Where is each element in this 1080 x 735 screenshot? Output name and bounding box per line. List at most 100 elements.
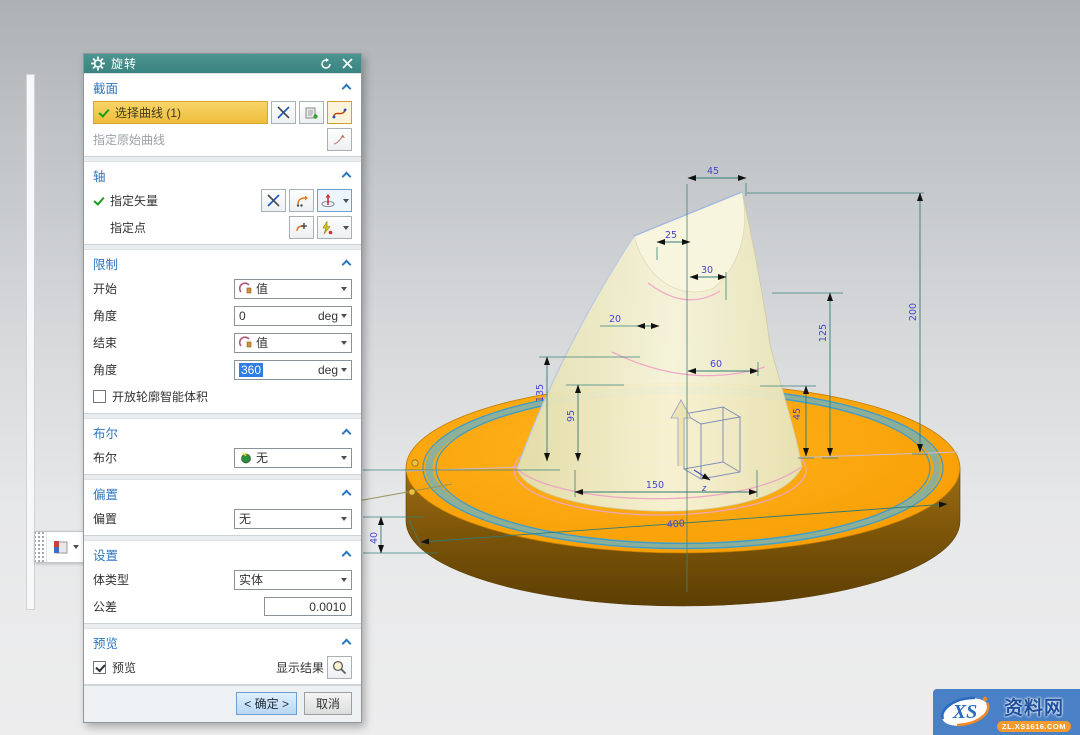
orig-curve-label: 指定原始曲线 — [93, 131, 324, 148]
tolerance-input[interactable]: 0.0010 — [264, 597, 352, 616]
value-icon — [239, 282, 252, 295]
section-header-offset[interactable]: 偏置 — [84, 480, 361, 505]
intersect-icon — [267, 194, 280, 207]
magnifier-icon — [332, 660, 347, 675]
cancel-button[interactable]: 取消 — [304, 692, 352, 715]
intersect-icon — [277, 106, 290, 119]
dialog-titlebar[interactable]: 旋转 — [84, 54, 361, 73]
green-check-icon — [98, 107, 110, 119]
section-group: 截面 选择曲线 (1) — [84, 73, 361, 157]
limits-group: 限制 开始 值 角度 0 deg 结束 — [84, 249, 361, 414]
inferred-vector-icon — [295, 194, 309, 207]
toolbar-grip[interactable] — [35, 532, 47, 562]
start-angle-label: 角度 — [93, 307, 234, 324]
dim-150: 150 — [646, 480, 664, 491]
handle-point[interactable] — [412, 460, 418, 466]
green-check-icon — [93, 195, 105, 207]
sketch-section-button[interactable] — [327, 101, 352, 124]
settings-group: 设置 体类型 实体 公差 0.0010 — [84, 540, 361, 624]
collapse-chevron-icon[interactable] — [342, 172, 352, 179]
mini-toolbar-button[interactable] — [47, 532, 85, 562]
specify-vector-label: 指定矢量 — [110, 192, 258, 209]
end-angle-input[interactable]: 360 deg — [234, 360, 352, 380]
dropdown-arrow-icon — [341, 517, 347, 521]
dim-30: 30 — [701, 265, 713, 276]
dropdown-arrow-icon — [341, 287, 347, 291]
axis-vector-icon — [320, 193, 336, 208]
boolean-none-icon — [239, 451, 252, 464]
boolean-dropdown[interactable]: 无 — [234, 448, 352, 468]
section-header-axis[interactable]: 轴 — [84, 162, 361, 187]
snap-point-icon — [320, 221, 333, 235]
collapse-chevron-icon[interactable] — [342, 551, 352, 558]
end-type-dropdown[interactable]: 值 — [234, 333, 352, 353]
collapse-chevron-icon[interactable] — [342, 84, 352, 91]
start-type-dropdown[interactable]: 值 — [234, 279, 352, 299]
section-header-limits[interactable]: 限制 — [84, 250, 361, 275]
watermark: XS 资料网 ZL.XS1616.COM — [933, 689, 1080, 735]
open-profile-label: 开放轮廓智能体积 — [112, 388, 352, 405]
preview-checkbox[interactable] — [93, 661, 106, 674]
show-result-button[interactable] — [327, 656, 352, 679]
dropdown-arrow-icon — [341, 368, 347, 372]
open-profile-checkbox[interactable] — [93, 390, 106, 403]
close-icon[interactable] — [339, 56, 355, 71]
inferred-vector-button[interactable] — [289, 189, 314, 212]
mru-command-icon — [53, 540, 69, 555]
cone-preview — [517, 192, 802, 511]
dialog-title: 旋转 — [111, 55, 313, 72]
section-header-section[interactable]: 截面 — [84, 74, 361, 99]
vector-dialog-button[interactable] — [317, 189, 352, 212]
deselect-button[interactable] — [271, 101, 296, 124]
watermark-name: 资料网 — [1004, 693, 1064, 720]
start-angle-input[interactable]: 0 deg — [234, 306, 352, 326]
axis-z-label: z — [701, 483, 707, 493]
boolean-label: 布尔 — [93, 449, 234, 466]
section-header-boolean[interactable]: 布尔 — [84, 419, 361, 444]
section-header-settings[interactable]: 设置 — [84, 541, 361, 566]
dialog-footer: < 确定 > 取消 — [84, 685, 361, 722]
xs-logo-text: XS — [952, 701, 977, 723]
floating-mini-toolbar[interactable] — [34, 531, 86, 563]
preview-label: 预览 — [112, 659, 276, 676]
select-curve-field[interactable]: 选择曲线 (1) — [93, 101, 268, 124]
dropdown-arrow-icon — [341, 341, 347, 345]
dim-40: 40 — [369, 532, 380, 544]
orig-curve-button[interactable] — [327, 128, 352, 151]
point-constructor-button[interactable] — [289, 216, 314, 239]
collapse-chevron-icon[interactable] — [342, 260, 352, 267]
revolve-dialog: 旋转 截面 选择曲线 (1) — [83, 53, 362, 723]
offset-label: 偏置 — [93, 510, 234, 527]
dropdown-arrow-icon — [343, 226, 349, 230]
collapse-chevron-icon[interactable] — [342, 490, 352, 497]
dim-125: 125 — [818, 324, 829, 342]
dim-200: 200 — [908, 303, 919, 321]
ok-button[interactable]: < 确定 > — [236, 692, 297, 715]
dropdown-arrow-icon — [341, 314, 347, 318]
point-dialog-button[interactable] — [317, 216, 352, 239]
dim-45-right: 45 — [792, 408, 803, 420]
end-angle-label: 角度 — [93, 361, 234, 378]
section-header-preview[interactable]: 预览 — [84, 629, 361, 654]
axis-group: 轴 指定矢量 — [84, 161, 361, 245]
selected-text: 360 — [239, 363, 263, 377]
reset-icon[interactable] — [318, 56, 334, 71]
body-type-label: 体类型 — [93, 571, 234, 588]
value-icon — [239, 336, 252, 349]
dropdown-arrow-icon — [343, 199, 349, 203]
offset-group: 偏置 偏置 无 — [84, 479, 361, 536]
vector-deselect-button[interactable] — [261, 189, 286, 212]
body-type-dropdown[interactable]: 实体 — [234, 570, 352, 590]
point-icon — [295, 221, 309, 234]
show-result-label: 显示结果 — [276, 659, 324, 676]
offset-dropdown[interactable]: 无 — [234, 509, 352, 529]
collapse-chevron-icon[interactable] — [342, 429, 352, 436]
collapse-chevron-icon[interactable] — [342, 639, 352, 646]
start-label: 开始 — [93, 280, 234, 297]
preview-group: 预览 预览 显示结果 — [84, 628, 361, 685]
xs-logo-icon: XS — [937, 691, 995, 733]
boolean-group: 布尔 布尔 无 — [84, 418, 361, 475]
dropdown-arrow-icon — [73, 545, 79, 549]
handle-point[interactable] — [409, 489, 415, 495]
curve-rule-button[interactable] — [299, 101, 324, 124]
